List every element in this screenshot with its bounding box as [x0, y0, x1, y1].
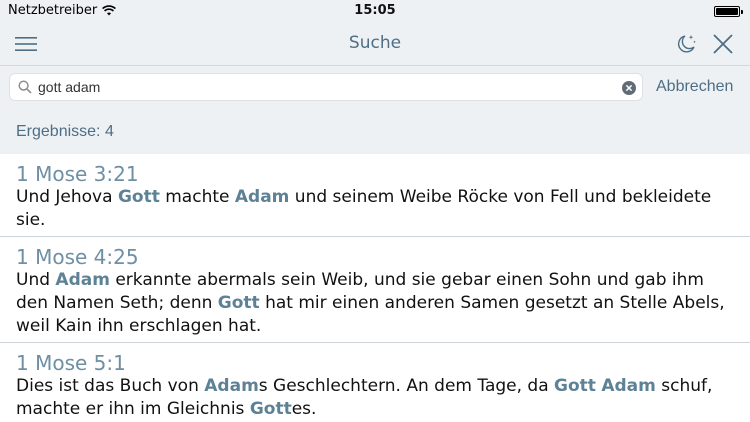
close-button[interactable]	[707, 28, 739, 60]
verse-fragment: machte	[159, 187, 235, 207]
search-icon	[18, 80, 32, 94]
result-item[interactable]: 1 Mose 5:1 Dies ist das Buch von Adams G…	[0, 343, 750, 422]
match-highlight: Adam	[601, 376, 656, 396]
match-highlight: Gott	[117, 187, 160, 207]
match-highlight: Gott	[249, 399, 292, 419]
verse-text: Und Adam erkannte abermals sein Weib, un…	[16, 269, 736, 338]
cancel-button[interactable]: Abbrechen	[656, 78, 733, 96]
verse-reference: 1 Mose 5:1	[16, 351, 126, 375]
search-field[interactable]	[9, 73, 643, 101]
verse-text: Dies ist das Buch von Adams Geschlechter…	[16, 375, 736, 421]
match-highlight: Gott	[554, 376, 596, 396]
results-count: Ergebnisse: 4	[16, 123, 114, 140]
match-highlight: Adam	[55, 270, 110, 290]
results-list: 1 Mose 3:21 Und Jehova Gott machte Adam …	[0, 154, 750, 422]
status-bar: Netzbetreiber 15:05	[0, 0, 750, 22]
night-mode-button[interactable]	[670, 28, 702, 60]
verse-fragment: Und Jehova	[16, 187, 118, 207]
verse-fragment: Dies ist das Buch von	[16, 376, 205, 396]
verse-text: Und Jehova Gott machte Adam und seinem W…	[16, 186, 736, 232]
results-header: Ergebnisse: 4	[0, 110, 750, 154]
verse-reference: 1 Mose 3:21	[16, 162, 139, 186]
match-highlight: Adam	[234, 187, 290, 207]
verse-fragment: s Geschlechtern. An dem Tage, da	[258, 376, 555, 396]
battery-icon	[714, 6, 743, 17]
close-icon	[713, 34, 733, 54]
verse-fragment: Und	[16, 270, 56, 290]
status-time: 15:05	[354, 3, 396, 18]
result-item[interactable]: 1 Mose 4:25 Und Adam erkannte abermals s…	[0, 237, 750, 343]
match-highlight: Adam	[204, 376, 259, 396]
verse-reference: 1 Mose 4:25	[16, 245, 139, 269]
page-title: Suche	[348, 33, 402, 53]
search-input[interactable]	[38, 76, 618, 98]
result-item[interactable]: 1 Mose 3:21 Und Jehova Gott machte Adam …	[0, 154, 750, 237]
match-highlight: Gott	[217, 293, 260, 313]
night-mode-icon	[677, 35, 696, 53]
search-bar: Abbrechen	[0, 66, 750, 110]
nav-bar: Suche	[0, 22, 750, 66]
verse-fragment: es.	[291, 399, 317, 419]
clear-search-icon[interactable]	[622, 81, 636, 95]
